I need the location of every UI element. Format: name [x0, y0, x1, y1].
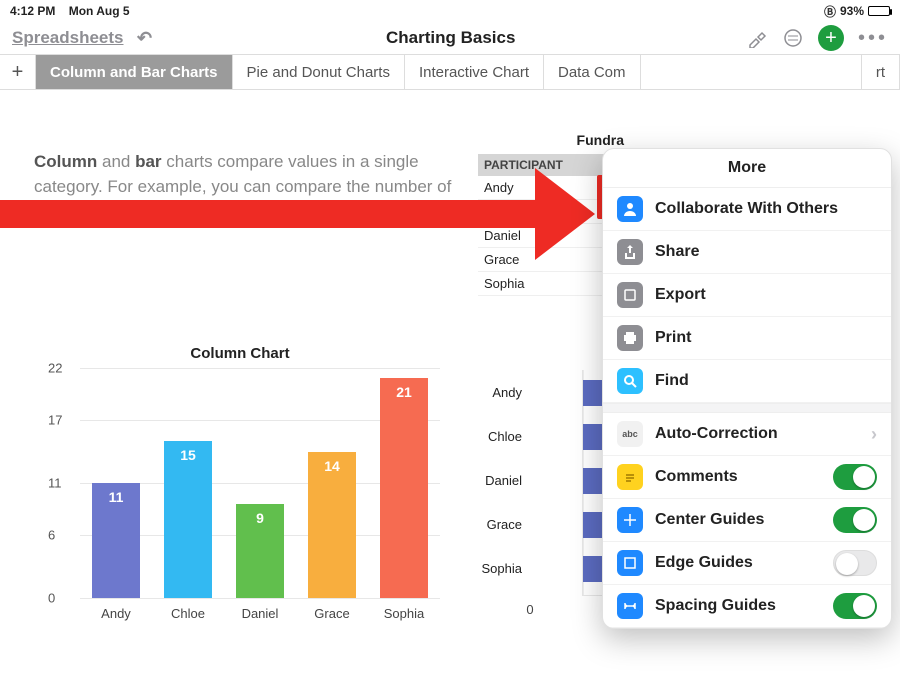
y-tick-label: 11: [48, 476, 62, 491]
x-tick-label: Daniel: [236, 606, 284, 621]
sheet-tab-strip: + Column and Bar Charts Pie and Donut Ch…: [0, 54, 900, 90]
popover-item-spacing-guides[interactable]: Spacing Guides: [603, 585, 891, 628]
y-tick-label: Chloe: [478, 414, 530, 458]
y-tick-label: 17: [48, 413, 62, 428]
battery-icon: [868, 6, 890, 16]
y-tick-label: Andy: [478, 370, 530, 414]
spacing-icon: [617, 593, 643, 619]
bar-value-label: 21: [396, 384, 412, 400]
share-icon: [617, 239, 643, 265]
popover-item-label: Share: [655, 243, 699, 261]
popover-item-auto-correction[interactable]: abc Auto-Correction ›: [603, 413, 891, 456]
top-toolbar: Spreadsheets ↶ Charting Basics + •••: [0, 22, 900, 54]
popover-item-label: Spacing Guides: [655, 597, 776, 615]
more-popover: More Collaborate With Others Share Export P…: [602, 148, 892, 629]
x-tick-label: Grace: [308, 606, 356, 621]
back-to-spreadsheets-button[interactable]: Spreadsheets: [12, 28, 124, 48]
find-icon: [617, 368, 643, 394]
battery-percent: 93%: [840, 4, 864, 18]
popover-item-label: Auto-Correction: [655, 425, 778, 443]
popover-item-label: Find: [655, 372, 689, 390]
note-icon: [617, 464, 643, 490]
tab-data-comparison[interactable]: Data Com: [544, 55, 641, 89]
document-title: Charting Basics: [166, 28, 736, 48]
column-chart-title: Column Chart: [40, 345, 440, 362]
popover-item-find[interactable]: Find: [603, 360, 891, 403]
bluetooth-icon: Ⓑ: [824, 3, 836, 20]
popover-item-label: Comments: [655, 468, 738, 486]
x-tick-label: Andy: [92, 606, 140, 621]
x-tick-label: 0: [526, 602, 533, 617]
options-circle-icon[interactable]: [782, 27, 804, 49]
column-bar[interactable]: 21: [380, 378, 428, 598]
abc-icon: abc: [617, 421, 643, 447]
export-icon: [617, 282, 643, 308]
column-chart[interactable]: Column Chart 0 6 11 17 22 11 15 9 14 21 Andy Chloe…: [40, 345, 440, 665]
add-button[interactable]: +: [818, 25, 844, 51]
y-tick-label: 6: [48, 528, 55, 543]
popover-item-label: Center Guides: [655, 511, 764, 529]
popover-item-label: Export: [655, 286, 706, 304]
bar-value-label: 15: [180, 447, 196, 463]
y-tick-label: Grace: [478, 502, 530, 546]
print-icon: [617, 325, 643, 351]
toggle-switch[interactable]: [833, 550, 877, 576]
bar-value-label: 11: [109, 489, 124, 505]
status-time: 4:12 PM: [10, 4, 55, 18]
toggle-switch[interactable]: [833, 507, 877, 533]
popover-item-export[interactable]: Export: [603, 274, 891, 317]
popover-item-center-guides[interactable]: Center Guides: [603, 499, 891, 542]
tab-pie-donut[interactable]: Pie and Donut Charts: [233, 55, 405, 89]
bar-value-label: 14: [324, 458, 340, 474]
y-tick-label: Daniel: [478, 458, 530, 502]
more-button[interactable]: •••: [858, 27, 888, 50]
popover-item-label: Edge Guides: [655, 554, 753, 572]
tab-partial-rt[interactable]: rt: [861, 55, 900, 89]
toggle-switch[interactable]: [833, 464, 877, 490]
popover-item-label: Print: [655, 329, 691, 347]
center-icon: [617, 507, 643, 533]
y-tick-label: Sophia: [478, 546, 530, 590]
popover-title: More: [603, 149, 891, 188]
description-text: Column and bar charts compare values in …: [34, 150, 474, 224]
popover-item-comments[interactable]: Comments: [603, 456, 891, 499]
tab-interactive[interactable]: Interactive Chart: [405, 55, 544, 89]
popover-item-edge-guides[interactable]: Edge Guides: [603, 542, 891, 585]
y-tick-label: 0: [48, 591, 55, 606]
tab-column-bar[interactable]: Column and Bar Charts: [36, 55, 233, 89]
bar-value-label: 9: [256, 510, 264, 526]
add-sheet-button[interactable]: +: [0, 55, 36, 89]
column-bar[interactable]: 14: [308, 452, 356, 598]
popover-item-collaborate-with-others[interactable]: Collaborate With Others: [603, 188, 891, 231]
column-bar[interactable]: 15: [164, 441, 212, 598]
y-tick-label: 22: [48, 361, 62, 376]
x-tick-label: Sophia: [380, 606, 428, 621]
column-bar[interactable]: 9: [236, 504, 284, 598]
paintbrush-icon[interactable]: [746, 27, 768, 49]
popover-item-share[interactable]: Share: [603, 231, 891, 274]
status-date: Mon Aug 5: [69, 4, 130, 18]
sheet-content: Column and bar charts compare values in …: [0, 90, 900, 675]
person-icon: [617, 196, 643, 222]
chevron-right-icon: ›: [871, 424, 877, 445]
undo-icon[interactable]: ↶: [134, 27, 156, 49]
x-tick-label: Chloe: [164, 606, 212, 621]
column-bar[interactable]: 11: [92, 483, 140, 598]
toggle-switch[interactable]: [833, 593, 877, 619]
popover-item-label: Collaborate With Others: [655, 200, 838, 218]
status-bar: 4:12 PM Mon Aug 5 Ⓑ 93%: [0, 0, 900, 22]
popover-item-print[interactable]: Print: [603, 317, 891, 360]
edge-icon: [617, 550, 643, 576]
